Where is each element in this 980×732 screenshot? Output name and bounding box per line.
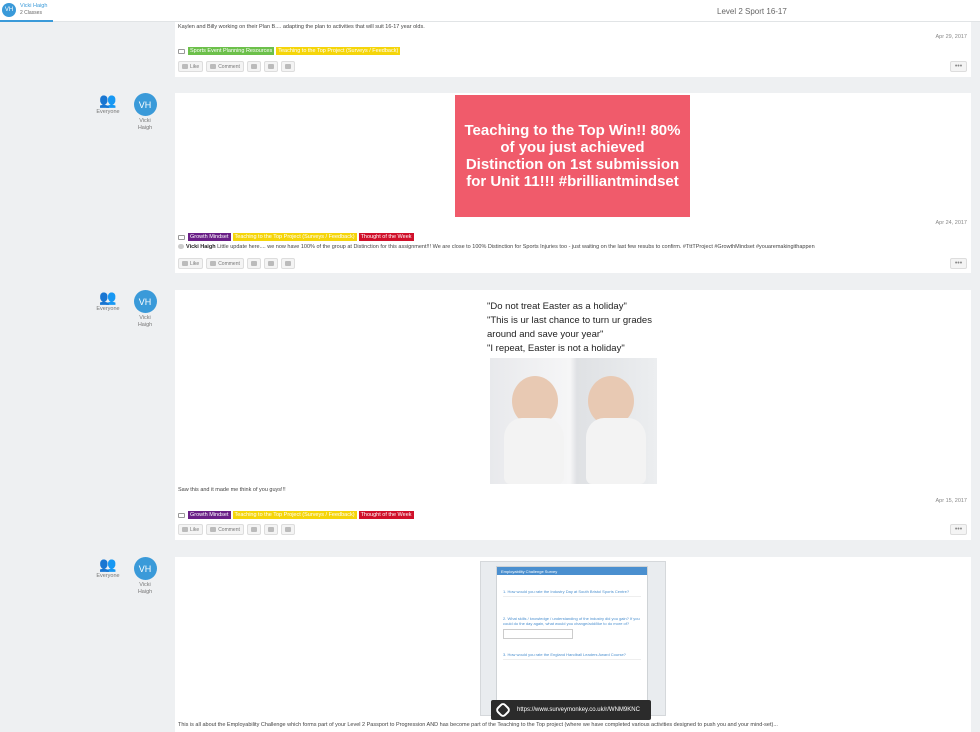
tag[interactable]: Thought of the Week bbox=[358, 233, 414, 241]
tag[interactable]: Growth Mindset bbox=[188, 511, 231, 519]
more-options-button[interactable]: ••• bbox=[950, 524, 967, 535]
audience-everyone: 👥 Everyone bbox=[96, 289, 120, 312]
view-button[interactable] bbox=[280, 61, 295, 72]
folder-icon bbox=[178, 512, 185, 518]
post-actions: Like Comment bbox=[178, 258, 295, 269]
eye-icon bbox=[284, 64, 291, 69]
survey-textbox bbox=[503, 629, 573, 639]
post-card: "Do not treat Easter as a holiday" "This… bbox=[175, 290, 971, 540]
heart-icon bbox=[182, 261, 188, 266]
tag[interactable]: Growth Mindset bbox=[188, 233, 231, 241]
post-author[interactable]: VH Vicki Haigh bbox=[133, 557, 157, 596]
author-avatar: VH bbox=[133, 557, 157, 580]
more-options-button[interactable]: ••• bbox=[950, 258, 967, 269]
heart-icon bbox=[182, 527, 188, 532]
eye-icon bbox=[284, 261, 291, 266]
author-avatar: VH bbox=[133, 290, 157, 313]
share-button[interactable] bbox=[246, 258, 261, 269]
author-avatar: VH bbox=[133, 93, 157, 116]
comment-icon bbox=[178, 244, 184, 250]
post-text: Kaylen and Billy working on their Plan B… bbox=[178, 24, 425, 30]
share-icon bbox=[250, 261, 257, 266]
view-button[interactable] bbox=[280, 524, 295, 535]
user-name: Vicki Haigh bbox=[20, 3, 48, 9]
user-switcher[interactable]: VH Vicki Haigh 2 Classes bbox=[0, 0, 53, 22]
heart-icon bbox=[182, 64, 188, 69]
folder-icon bbox=[267, 527, 274, 532]
folder-icon bbox=[178, 234, 185, 240]
post-quote: "Do not treat Easter as a holiday" "This… bbox=[487, 301, 652, 354]
post-actions: Like Comment bbox=[178, 61, 295, 72]
top-bar: VH Vicki Haigh 2 Classes Level 2 Sport 1… bbox=[0, 0, 980, 22]
speech-bubble-icon bbox=[210, 527, 217, 532]
share-icon bbox=[250, 527, 257, 532]
link-icon bbox=[494, 701, 512, 719]
survey-preview[interactable]: Employability Challenge Survey 1. How wo… bbox=[480, 561, 666, 720]
post-comment: Vicki Haigh Little update here.... we no… bbox=[178, 244, 815, 250]
post-tags: Sports Event Planning Resources Teaching… bbox=[178, 47, 401, 55]
post-author[interactable]: VH Vicki Haigh bbox=[133, 290, 157, 329]
comment-button[interactable]: Comment bbox=[206, 524, 244, 535]
comment-button[interactable]: Comment bbox=[206, 258, 244, 269]
view-button[interactable] bbox=[280, 258, 295, 269]
folder-icon bbox=[267, 64, 274, 69]
eye-icon bbox=[284, 527, 291, 532]
share-button[interactable] bbox=[246, 61, 261, 72]
user-classes-count: 2 Classes bbox=[20, 10, 42, 16]
audience-everyone: 👥 Everyone bbox=[96, 556, 120, 579]
share-button[interactable] bbox=[246, 524, 261, 535]
post-card: Employability Challenge Survey 1. How wo… bbox=[175, 557, 971, 732]
link-url: https://www.surveymonkey.co.uk/r/WNM9KNC bbox=[517, 707, 640, 713]
folder-button[interactable] bbox=[263, 524, 278, 535]
post-tags: Growth Mindset Teaching to the Top Proje… bbox=[178, 233, 414, 241]
folder-button[interactable] bbox=[263, 61, 278, 72]
comment-button[interactable]: Comment bbox=[206, 61, 244, 72]
post-author[interactable]: VH Vicki Haigh bbox=[133, 93, 157, 132]
folder-icon bbox=[178, 48, 185, 54]
like-button[interactable]: Like bbox=[178, 61, 204, 72]
tag[interactable]: Sports Event Planning Resources bbox=[188, 47, 275, 55]
tag[interactable]: Teaching to the Top Project (Surveys / F… bbox=[276, 47, 401, 55]
post-image-card[interactable]: Teaching to the Top Win!! 80% of you jus… bbox=[455, 95, 690, 217]
people-icon: 👥 bbox=[99, 92, 117, 108]
post-text: This is all about the Employability Chal… bbox=[178, 722, 778, 728]
folder-icon bbox=[267, 261, 274, 266]
speech-bubble-icon bbox=[210, 261, 217, 266]
like-button[interactable]: Like bbox=[178, 524, 204, 535]
comment-author[interactable]: Vicki Haigh bbox=[186, 244, 216, 250]
folder-button[interactable] bbox=[263, 258, 278, 269]
tag[interactable]: Teaching to the Top Project (Surveys / F… bbox=[232, 511, 357, 519]
user-avatar: VH bbox=[2, 3, 16, 17]
post-actions: Like Comment bbox=[178, 524, 295, 535]
post-photo-babies-mirror[interactable] bbox=[490, 358, 657, 484]
speech-bubble-icon bbox=[210, 64, 217, 69]
post-tags: Growth Mindset Teaching to the Top Proje… bbox=[178, 511, 414, 519]
people-icon: 👥 bbox=[99, 556, 117, 572]
like-button[interactable]: Like bbox=[178, 258, 204, 269]
tag[interactable]: Thought of the Week bbox=[358, 511, 414, 519]
post-date: Apr 29, 2017 bbox=[935, 34, 968, 40]
class-title: Level 2 Sport 16-17 bbox=[717, 7, 787, 16]
post-text: Saw this and it made me think of you guy… bbox=[178, 487, 286, 493]
post-card: Teaching to the Top Win!! 80% of you jus… bbox=[175, 93, 971, 273]
post-date: Apr 15, 2017 bbox=[935, 498, 968, 504]
link-preview[interactable]: https://www.surveymonkey.co.uk/r/WNM9KNC bbox=[491, 700, 651, 720]
audience-everyone: 👥 Everyone bbox=[96, 92, 120, 115]
post-card: Kaylen and Billy working on their Plan B… bbox=[175, 22, 971, 77]
more-options-button[interactable]: ••• bbox=[950, 61, 967, 72]
tag[interactable]: Teaching to the Top Project (Surveys / F… bbox=[232, 233, 357, 241]
people-icon: 👥 bbox=[99, 289, 117, 305]
post-date: Apr 24, 2017 bbox=[935, 220, 968, 226]
share-icon bbox=[250, 64, 257, 69]
survey-title: Employability Challenge Survey bbox=[497, 567, 647, 575]
